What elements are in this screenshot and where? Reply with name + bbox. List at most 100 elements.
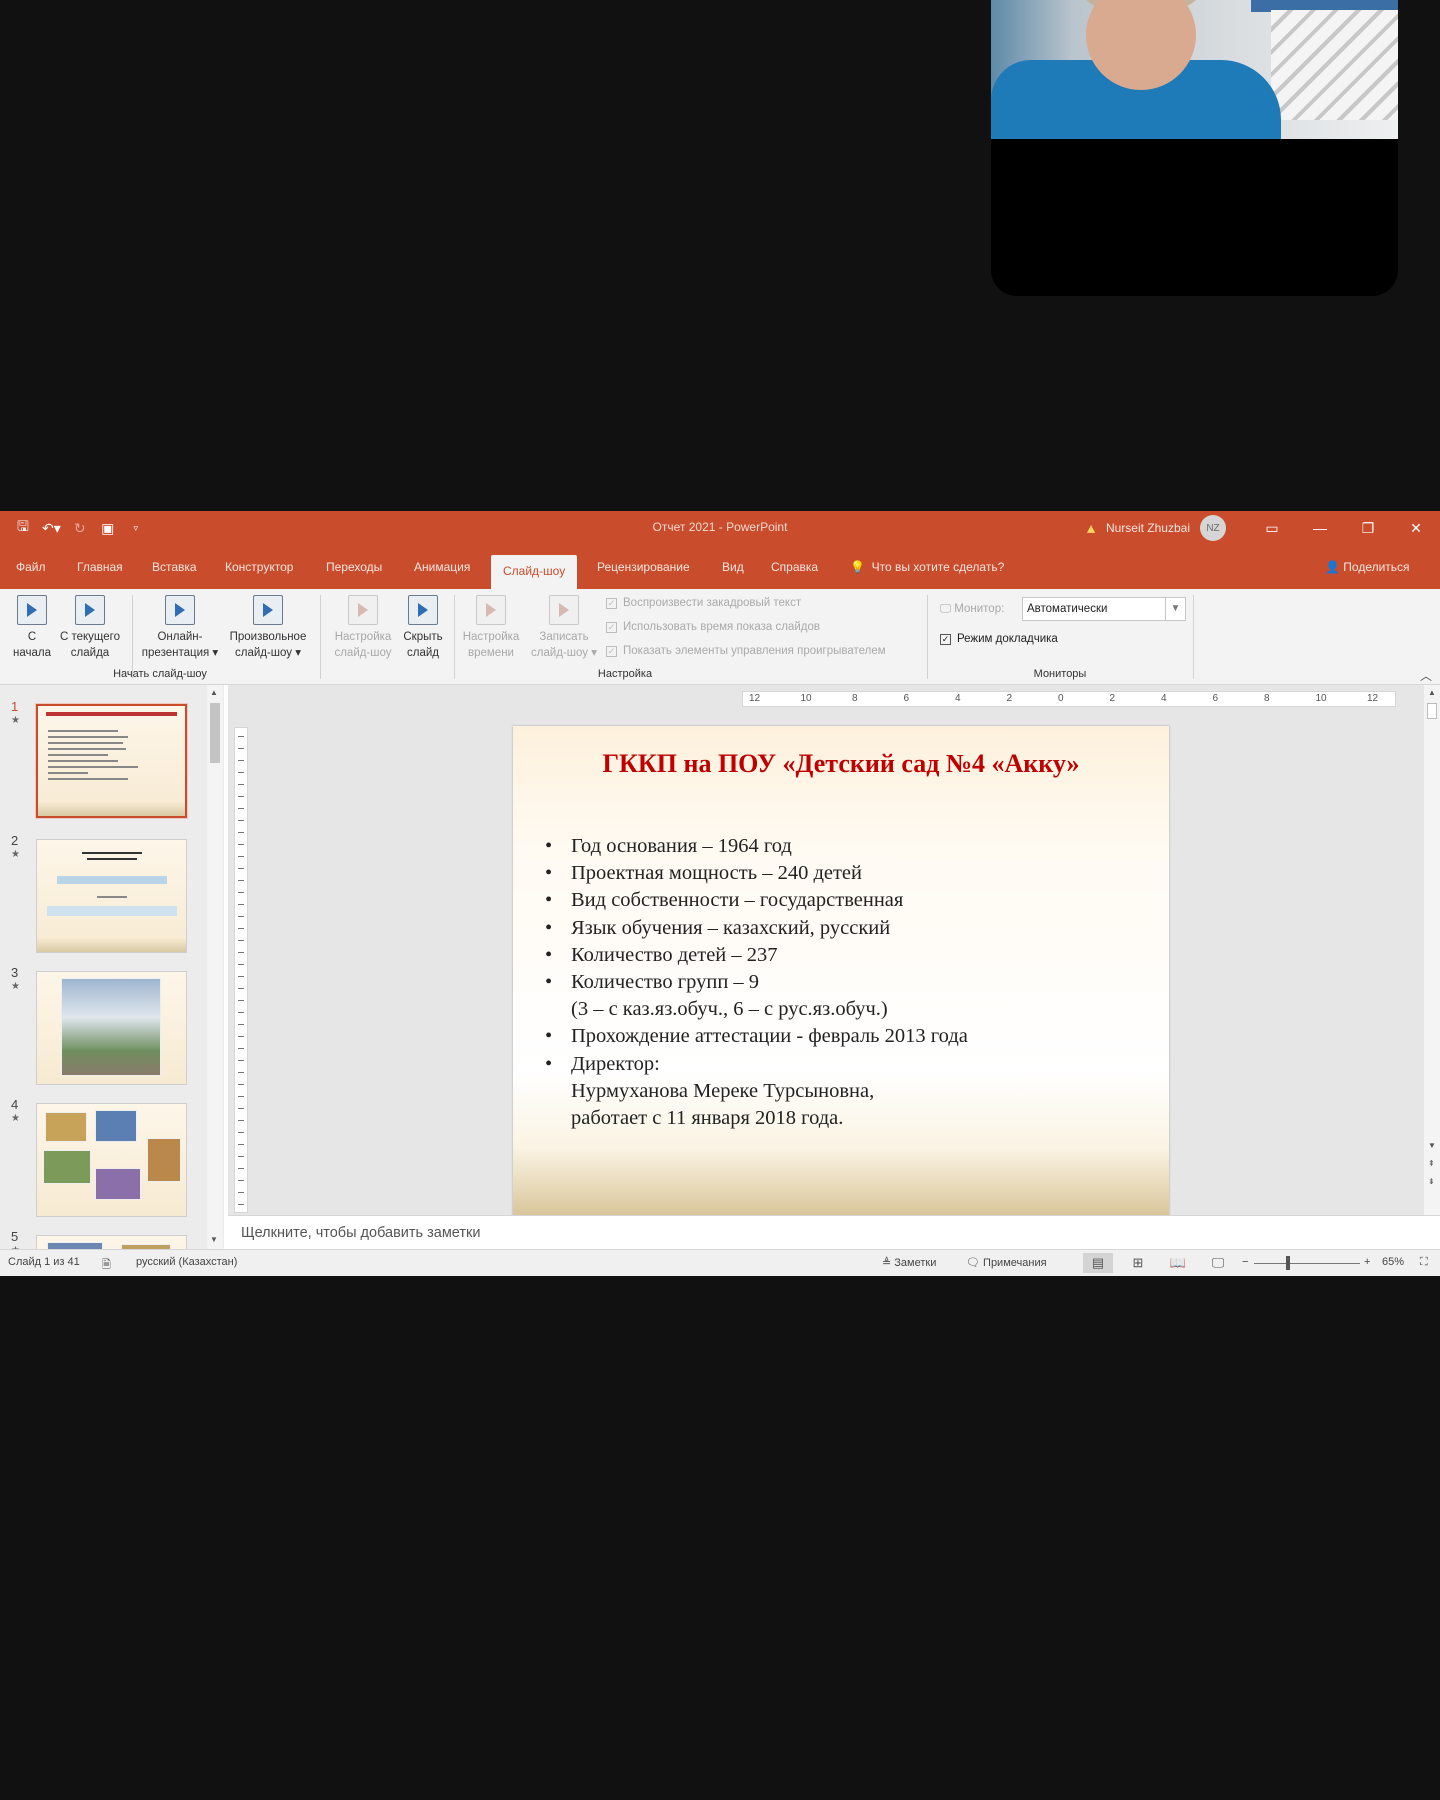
- button-label: С текущего: [59, 631, 120, 643]
- ruler-mark: [238, 904, 244, 905]
- button-label: времени: [468, 647, 514, 659]
- record-slideshow-button[interactable]: Записать слайд-шоу ▾: [524, 595, 604, 661]
- ruler-tick-label: 12: [1367, 693, 1379, 704]
- button-label: слайд-шоу ▾: [234, 647, 302, 659]
- avatar[interactable]: NZ: [1200, 515, 1226, 541]
- tab-help[interactable]: Справка: [771, 545, 818, 589]
- tab-view[interactable]: Вид: [722, 545, 744, 589]
- ruler-mark: [238, 1180, 244, 1181]
- tab-transitions[interactable]: Переходы: [326, 545, 382, 589]
- share-button[interactable]: 👤 Поделиться: [1325, 545, 1410, 589]
- button-label: начала: [13, 647, 51, 659]
- slide-text-line: Год основания – 1964 год: [545, 833, 1145, 860]
- from-beginning-button[interactable]: С начала: [10, 595, 54, 661]
- video-call-tile[interactable]: [991, 0, 1398, 296]
- slide-thumbnail-2[interactable]: [36, 839, 187, 953]
- comments-toggle-button[interactable]: 🗨 Примечания: [966, 1256, 1047, 1269]
- monitor-icon: 🖵: [940, 603, 955, 615]
- notes-pane[interactable]: Щелкните, чтобы добавить заметки: [228, 1215, 1440, 1249]
- ruler-mark: [238, 808, 244, 809]
- button-label: С: [27, 631, 37, 643]
- zoom-slider[interactable]: [1254, 1263, 1360, 1264]
- user-name[interactable]: Nurseit Zhuzbai: [1106, 521, 1190, 535]
- ruler-mark: [238, 1024, 244, 1025]
- restore-icon[interactable]: ❐: [1344, 520, 1392, 537]
- button-label: Скрыть: [403, 631, 443, 643]
- person-icon: 👤: [1325, 560, 1344, 574]
- tab-design[interactable]: Конструктор: [225, 545, 293, 589]
- scrollbar-thumb[interactable]: [1427, 703, 1437, 719]
- scroll-up-icon[interactable]: ▲: [1428, 688, 1436, 697]
- language-indicator[interactable]: русский (Казахстан): [136, 1256, 237, 1268]
- spell-check-icon[interactable]: 🗎: [102, 1256, 111, 1275]
- current-slide[interactable]: ГККП на ПОУ «Детский сад №4 «Акку» Год о…: [513, 726, 1169, 1216]
- show-media-controls-checkbox[interactable]: ✓ Показать элементы управления проигрыват…: [606, 645, 886, 657]
- ruler-tick-label: 12: [749, 693, 761, 704]
- fit-slide-icon[interactable]: ⛶: [1420, 1256, 1428, 1269]
- thumbnail-number: 4: [11, 1097, 19, 1112]
- button-label: Онлайн-: [157, 631, 203, 643]
- previous-slide-icon[interactable]: ⇞: [1428, 1159, 1435, 1168]
- button-label: презентация ▾: [141, 647, 219, 659]
- use-timings-checkbox[interactable]: ✓ Использовать время показа слайдов: [606, 621, 820, 633]
- tab-insert[interactable]: Вставка: [152, 545, 197, 589]
- custom-slideshow-button[interactable]: Произвольное слайд-шоу ▾: [222, 595, 314, 661]
- next-slide-icon[interactable]: ⇟: [1428, 1177, 1435, 1186]
- ruler-mark: [238, 1132, 244, 1133]
- editor-scrollbar[interactable]: ▲ ▼ ⇞ ⇟: [1424, 685, 1440, 1215]
- play-from-current-icon: [75, 595, 105, 625]
- ruler-mark: [238, 1156, 244, 1157]
- hide-slide-button[interactable]: Скрыть слайд: [396, 595, 450, 661]
- slide-body-text[interactable]: Год основания – 1964 годПроектная мощнос…: [545, 833, 1145, 1132]
- ribbon-display-options-icon[interactable]: ▭: [1248, 520, 1296, 537]
- slide-thumbnail-5[interactable]: [36, 1235, 187, 1249]
- slideshow-view-icon[interactable]: 🖵: [1203, 1253, 1233, 1273]
- tab-animations[interactable]: Анимация: [414, 545, 470, 589]
- ruler-mark: [238, 1144, 244, 1145]
- checkbox-label: Воспроизвести закадровый текст: [623, 597, 802, 609]
- ruler-mark: [238, 1072, 244, 1073]
- scrollbar-thumb[interactable]: [210, 703, 220, 763]
- slide-text-line: Вид собственности – государственная: [545, 887, 1145, 914]
- zoom-slider-thumb[interactable]: [1286, 1256, 1290, 1270]
- minimize-icon[interactable]: —: [1296, 520, 1344, 536]
- zoom-out-icon[interactable]: −: [1242, 1256, 1248, 1268]
- scroll-down-icon[interactable]: ▼: [210, 1235, 218, 1244]
- slide-thumbnail-1[interactable]: [35, 703, 188, 819]
- reading-view-icon[interactable]: 📖: [1163, 1253, 1193, 1273]
- slide-thumbnail-3[interactable]: [36, 971, 187, 1085]
- ruler-mark: [238, 1084, 244, 1085]
- close-icon[interactable]: ✕: [1392, 520, 1440, 537]
- present-online-button[interactable]: Онлайн- презентация ▾: [136, 595, 224, 661]
- tell-me-search[interactable]: 💡 Что вы хотите сделать?: [850, 545, 1004, 589]
- play-narrations-checkbox[interactable]: ✓ Воспроизвести закадровый текст: [606, 597, 801, 609]
- zoom-level[interactable]: 65%: [1382, 1256, 1404, 1268]
- slide-text-line: (3 – с каз.яз.обуч., 6 – с рус.яз.обуч.): [571, 998, 888, 1021]
- animation-star-icon: ★: [11, 849, 20, 860]
- slide-thumbnail-4[interactable]: [36, 1103, 187, 1217]
- tab-slideshow[interactable]: Слайд-шоу: [491, 555, 578, 589]
- notes-toggle-button[interactable]: ≜ Заметки: [882, 1256, 936, 1269]
- tab-review[interactable]: Рецензирование: [597, 545, 690, 589]
- warning-icon[interactable]: ▲: [1084, 520, 1098, 536]
- zoom-in-icon[interactable]: +: [1364, 1256, 1370, 1268]
- horizontal-ruler: 12 10 8 6 4 2 0 2 4 6 8 10 12: [742, 691, 1396, 707]
- tab-home[interactable]: Главная: [77, 545, 123, 589]
- normal-view-icon[interactable]: ▤: [1083, 1253, 1113, 1273]
- tell-me-label: Что вы хотите сделать?: [871, 560, 1005, 574]
- slide-text-line: Прохождение аттестации - февраль 2013 го…: [545, 1023, 1145, 1050]
- slide-text-line: Директор:: [545, 1051, 1145, 1078]
- monitor-select[interactable]: Автоматически ▼: [1022, 597, 1186, 621]
- checkbox-icon: ✓: [606, 645, 617, 657]
- rehearse-timings-button[interactable]: Настройка времени: [456, 595, 526, 661]
- setup-slideshow-button[interactable]: Настройка слайд-шоу: [328, 595, 398, 661]
- collapse-ribbon-icon[interactable]: ︿: [1420, 667, 1432, 684]
- presenter-view-checkbox[interactable]: ✓ Режим докладчика: [940, 633, 1058, 645]
- slide-title[interactable]: ГККП на ПОУ «Детский сад №4 «Акку»: [513, 749, 1169, 779]
- scroll-down-icon[interactable]: ▼: [1428, 1141, 1436, 1150]
- from-current-slide-button[interactable]: С текущего слайда: [54, 595, 126, 661]
- scroll-up-icon[interactable]: ▲: [210, 688, 218, 697]
- tab-file[interactable]: Файл: [16, 545, 46, 589]
- thumbnail-scrollbar[interactable]: ▲ ▼: [207, 685, 223, 1249]
- slide-sorter-icon[interactable]: ⊞: [1123, 1253, 1153, 1273]
